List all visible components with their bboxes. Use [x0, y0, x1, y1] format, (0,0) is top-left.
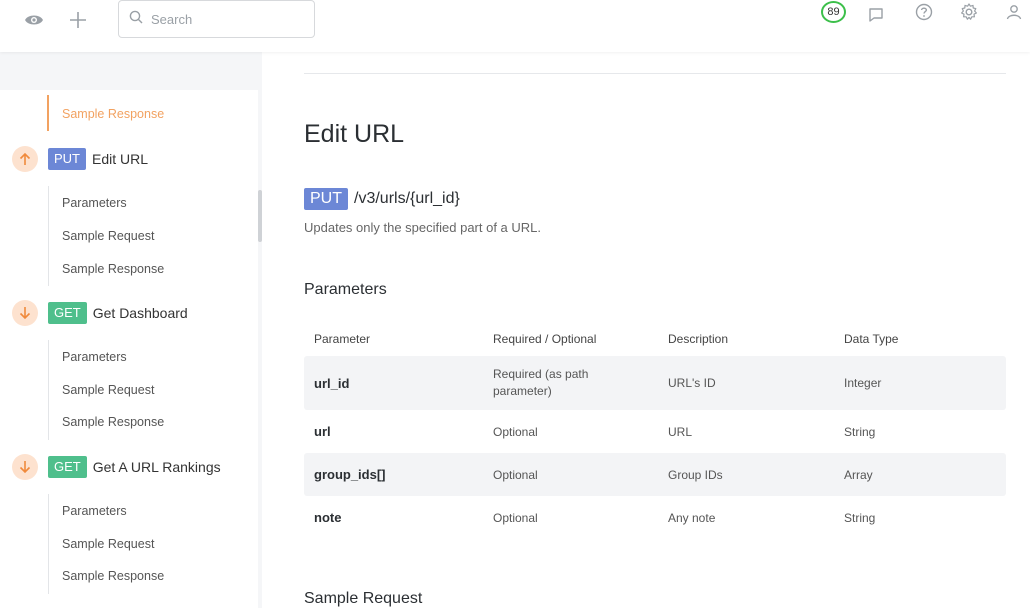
- method-badge: PUT: [304, 188, 348, 210]
- sidebar-item-sample-response[interactable]: Sample Response: [48, 262, 164, 276]
- table-cell: Array: [844, 467, 873, 482]
- method-badge: GET: [48, 302, 87, 324]
- help-icon[interactable]: [910, 0, 938, 26]
- table-cell: Required (as path parameter): [493, 367, 589, 398]
- parameters-heading: Parameters: [304, 281, 387, 298]
- arrow-down-icon: [12, 300, 38, 326]
- table-cell: group_ids[]: [314, 467, 386, 482]
- content-divider: [304, 73, 1006, 74]
- endpoint-path: /v3/urls/{url_id}: [354, 190, 460, 207]
- table-row: url_id Required (as path parameter) URL'…: [304, 356, 1006, 410]
- sidebar-item-sample-response[interactable]: Sample Response: [48, 415, 164, 429]
- endpoint-title: Get Dashboard: [92, 305, 188, 321]
- sidebar-item-parameters[interactable]: Parameters: [48, 350, 127, 364]
- user-icon[interactable]: [1000, 0, 1028, 26]
- column-header: Data Type: [844, 332, 899, 346]
- sample-request-heading: Sample Request: [304, 590, 423, 607]
- sidebar-endpoint-edit-url[interactable]: PUT Edit URL: [12, 146, 148, 172]
- table-cell: String: [844, 510, 876, 525]
- table-row: note Optional Any note String: [304, 496, 1006, 539]
- endpoint-title: Get A URL Rankings: [92, 459, 221, 475]
- table-header: Parameter Required / Optional Descriptio…: [304, 322, 1006, 356]
- endpoint-signature: PUT /v3/urls/{url_id}: [304, 188, 460, 210]
- sidebar-scrollbar[interactable]: [258, 190, 262, 242]
- sidebar-endpoint-get-dashboard[interactable]: GET Get Dashboard: [12, 300, 188, 326]
- table-cell: String: [844, 424, 876, 439]
- top-bar: 89: [0, 0, 1030, 52]
- sidebar-item-sample-response-active[interactable]: Sample Response: [48, 107, 164, 121]
- parameters-table: Parameter Required / Optional Descriptio…: [304, 322, 1006, 539]
- table-cell: URL's ID: [668, 376, 716, 390]
- score-badge[interactable]: 89: [821, 1, 846, 23]
- table-cell: Integer: [844, 376, 882, 390]
- method-badge: GET: [48, 456, 87, 478]
- column-header: Required / Optional: [493, 332, 597, 346]
- endpoint-description: Updates only the specified part of a URL…: [304, 220, 542, 235]
- arrow-up-icon: [12, 146, 38, 172]
- table-cell: url: [314, 424, 331, 439]
- table-cell: Optional: [493, 467, 538, 482]
- sidebar-endpoint-get-url-rankings[interactable]: GET Get A URL Rankings: [12, 454, 221, 480]
- table-cell: Optional: [493, 510, 538, 525]
- search-input[interactable]: [151, 11, 301, 27]
- sidebar-item-sample-request[interactable]: Sample Request: [48, 383, 154, 397]
- table-cell: URL: [668, 424, 693, 439]
- gear-icon[interactable]: [955, 0, 983, 26]
- table-cell: note: [314, 510, 342, 525]
- table-cell: url_id: [314, 375, 350, 391]
- column-header: Parameter: [314, 332, 371, 346]
- table-cell: Group IDs: [668, 467, 723, 482]
- table-cell: Any note: [668, 510, 716, 525]
- comment-icon[interactable]: [862, 1, 890, 29]
- table-row: url Optional URL String: [304, 410, 1006, 453]
- sidebar-item-sample-request[interactable]: Sample Request: [48, 537, 154, 551]
- table-row: group_ids[] Optional Group IDs Array: [304, 453, 1006, 496]
- sidebar-item-sample-request[interactable]: Sample Request: [48, 229, 154, 243]
- endpoint-title: Edit URL: [92, 151, 149, 167]
- sidebar-item-parameters[interactable]: Parameters: [48, 504, 127, 518]
- sidebar-item-parameters[interactable]: Parameters: [48, 196, 127, 210]
- eye-icon[interactable]: [20, 6, 48, 34]
- search-box[interactable]: [118, 0, 315, 38]
- plus-icon[interactable]: [64, 6, 92, 34]
- table-cell: Optional: [493, 424, 538, 439]
- page-title: Edit URL: [304, 120, 405, 148]
- sidebar-item-sample-response[interactable]: Sample Response: [48, 569, 164, 583]
- search-icon: [129, 10, 143, 29]
- method-badge: PUT: [48, 148, 86, 170]
- arrow-down-icon: [12, 454, 38, 480]
- column-header: Description: [668, 332, 729, 346]
